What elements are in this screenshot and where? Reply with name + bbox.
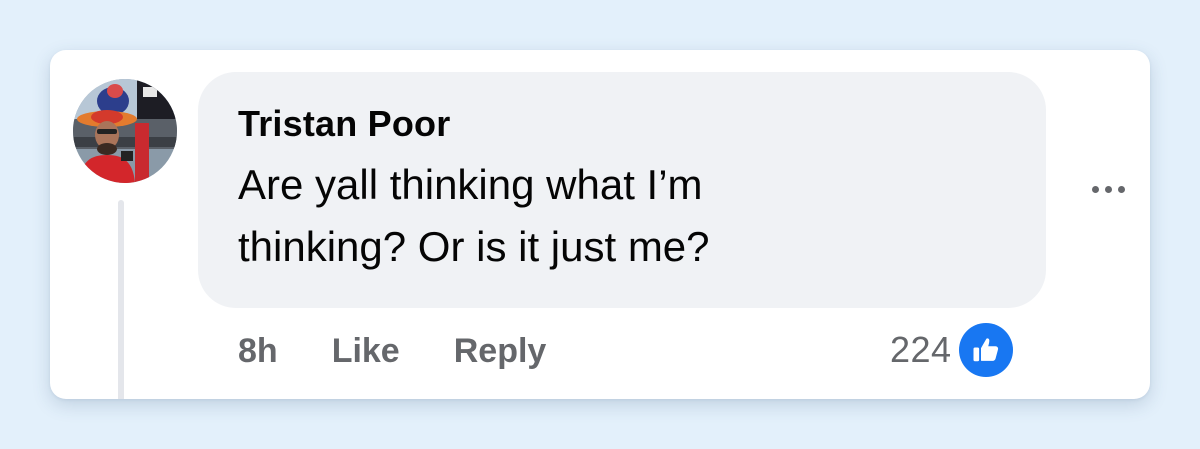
thumbs-up-glyph bbox=[973, 338, 998, 362]
more-options-icon bbox=[1104, 185, 1112, 193]
comment-timestamp[interactable]: 8h bbox=[238, 332, 278, 371]
avatar[interactable] bbox=[73, 79, 177, 183]
more-options-icon bbox=[1091, 185, 1099, 193]
more-options-icon bbox=[1117, 185, 1125, 193]
comment-author[interactable]: Tristan Poor bbox=[238, 102, 1006, 146]
comment-actions: 8h Like Reply bbox=[238, 327, 546, 375]
like-button[interactable]: Like bbox=[332, 332, 400, 371]
reaction-summary[interactable]: 224 bbox=[890, 320, 1016, 380]
thumbs-up-icon bbox=[955, 320, 1016, 380]
comment-card: Tristan Poor Are yall thinking what I’m … bbox=[50, 50, 1150, 399]
more-options-button[interactable] bbox=[1083, 175, 1133, 203]
thread-line bbox=[118, 200, 124, 399]
avatar-photo bbox=[73, 79, 177, 183]
reaction-count: 224 bbox=[890, 329, 952, 370]
comment-text: Are yall thinking what I’m thinking? Or … bbox=[238, 161, 710, 270]
reply-button[interactable]: Reply bbox=[454, 332, 547, 371]
comment-bubble: Tristan Poor Are yall thinking what I’m … bbox=[198, 72, 1046, 308]
